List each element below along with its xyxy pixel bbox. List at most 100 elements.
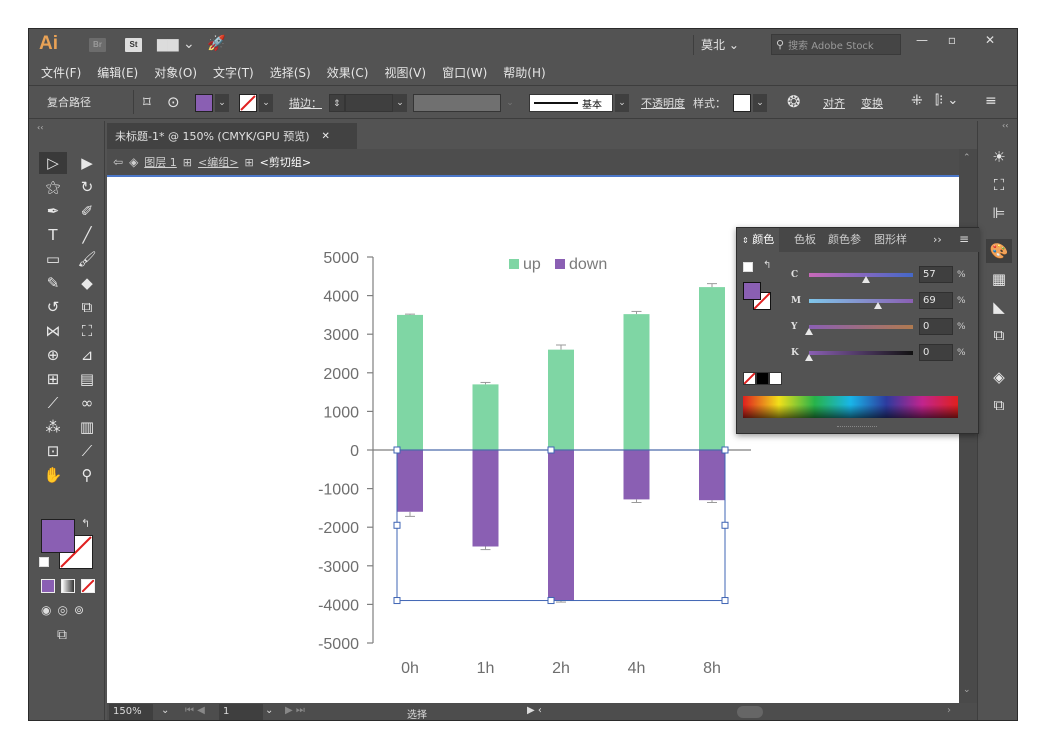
arrange-documents-icon[interactable]: ▆▆ ⌄ [157, 36, 195, 52]
tab-color[interactable]: ⇕ 颜色 [737, 228, 780, 252]
scale-tool-icon[interactable]: ⧉ [73, 296, 101, 318]
panel-menu-icon[interactable]: ≡ [985, 93, 997, 109]
artboard-number[interactable]: 1 [219, 704, 263, 720]
black-slider-thumb[interactable] [805, 354, 813, 361]
variable-width-profile[interactable] [413, 94, 501, 112]
panel-menu-icon[interactable]: ≡ [959, 232, 969, 246]
artboard-next-icon[interactable]: ▶ ⏭ [285, 705, 305, 716]
target-icon[interactable]: ⊙ [167, 93, 180, 111]
isolate-icon[interactable]: ⌑ [143, 93, 151, 111]
zoom-level[interactable]: 150% [109, 704, 153, 720]
yellow-input[interactable]: 0 [919, 318, 953, 335]
brush-dropdown[interactable]: ⌄ [615, 94, 629, 112]
menu-view[interactable]: 视图(V) [384, 64, 426, 81]
stroke-weight-dropdown[interactable]: ⌄ [393, 94, 407, 112]
align-link[interactable]: 对齐 [823, 95, 845, 111]
type-tool-icon[interactable]: T [39, 224, 67, 246]
cyan-slider-track[interactable] [809, 273, 913, 277]
expand-icon[interactable]: ‹‹ [1002, 121, 1008, 130]
stroke-label[interactable]: 描边： [289, 95, 322, 111]
back-arrow-icon[interactable]: ⇦ [113, 155, 123, 169]
menu-edit[interactable]: 编辑(E) [97, 64, 138, 81]
default-colors-icon[interactable] [743, 262, 753, 272]
black-slider-track[interactable] [809, 351, 913, 355]
menu-select[interactable]: 选择(S) [270, 64, 311, 81]
gpu-rocket-icon[interactable]: 🚀 [207, 34, 226, 52]
color-guide-icon[interactable]: ◣ [986, 295, 1012, 319]
white-swatch[interactable] [769, 372, 782, 385]
stock-button[interactable]: St [125, 38, 142, 52]
fill-dropdown[interactable]: ⌄ [215, 94, 229, 112]
black-swatch[interactable] [756, 372, 769, 385]
blend-tool-icon[interactable]: ∞ [73, 392, 101, 414]
artboard-prev-icon[interactable]: ⏮ ◀ [185, 705, 205, 716]
sun-icon[interactable]: ☀ [986, 145, 1012, 169]
maximize-button[interactable]: ▫ [937, 31, 967, 49]
profile-dropdown[interactable]: ⌄ [503, 94, 517, 112]
artboard-tool-icon[interactable]: ⊡ [39, 440, 67, 462]
stroke-dropdown[interactable]: ⌄ [259, 94, 273, 112]
draw-inside-icon[interactable]: ⊚ [74, 603, 84, 617]
selection-tool-icon[interactable]: ▷ [39, 152, 67, 174]
close-tab-icon[interactable]: ✕ [322, 131, 330, 142]
eraser-tool-icon[interactable]: ◆ [73, 272, 101, 294]
perspective-grid-tool-icon[interactable]: ⊿ [73, 344, 101, 366]
mesh-tool-icon[interactable]: ⊞ [39, 368, 67, 390]
cyan-input[interactable]: 57 [919, 266, 953, 283]
draw-normal-icon[interactable]: ◉ [41, 603, 51, 617]
breadcrumb-group[interactable]: <编组> [198, 154, 238, 170]
graphic-style-swatch[interactable] [733, 94, 751, 112]
default-colors-icon[interactable] [39, 557, 49, 567]
menu-file[interactable]: 文件(F) [41, 64, 81, 81]
none-mode-icon[interactable] [81, 579, 95, 593]
more-tabs-icon[interactable]: ›› [933, 233, 942, 246]
shape-builder-tool-icon[interactable]: ⊕ [39, 344, 67, 366]
width-tool-icon[interactable]: ⋈ [39, 320, 67, 342]
fill-color-swatch[interactable] [41, 519, 75, 553]
rectangle-tool-icon[interactable]: ▭ [39, 248, 67, 270]
symbol-sprayer-tool-icon[interactable]: ⁂ [39, 416, 67, 438]
swatches-panel-icon[interactable]: ▦ [986, 267, 1012, 291]
magenta-slider-track[interactable] [809, 299, 913, 303]
direct-selection-tool-icon[interactable]: ▶ [73, 152, 101, 174]
transform-link[interactable]: 变换 [861, 95, 883, 111]
collapse-icon[interactable]: ‹‹ [37, 123, 43, 132]
hand-tool-icon[interactable]: ✋ [39, 464, 67, 486]
slice-tool-icon[interactable]: ⟋ [73, 440, 101, 462]
stock-search-input[interactable]: ⚲ 搜索 Adobe Stock [771, 34, 901, 55]
recolor-artwork-icon[interactable]: ❂ [787, 92, 800, 111]
align-panel-icon[interactable]: ⊫ [986, 201, 1012, 225]
yellow-slider-thumb[interactable] [805, 328, 813, 335]
scroll-up-icon[interactable]: ⌃ [963, 153, 971, 163]
menu-help[interactable]: 帮助(H) [503, 64, 545, 81]
swap-colors-icon[interactable]: ↰ [81, 517, 90, 530]
zoom-tool-icon[interactable]: ⚲ [73, 464, 101, 486]
menu-effect[interactable]: 效果(C) [327, 64, 369, 81]
eyedropper-tool-icon[interactable]: ⟋ [39, 392, 67, 414]
resize-grip[interactable] [837, 426, 877, 429]
transform-panel-icon[interactable]: ⛶ [986, 173, 1012, 197]
stroke-swatch[interactable] [239, 94, 257, 112]
color-mode-icon[interactable] [41, 579, 55, 593]
yellow-slider-track[interactable] [809, 325, 913, 329]
rotate-tool-icon[interactable]: ↺ [39, 296, 67, 318]
layers-panel-icon[interactable]: ◈ [986, 365, 1012, 389]
swap-colors-icon[interactable]: ↰ [763, 260, 771, 271]
status-menu-icon[interactable]: ▶ ‹ [527, 705, 542, 716]
graphic-styles-icon[interactable]: ⧉ [986, 323, 1012, 347]
gradient-mode-icon[interactable] [61, 579, 75, 593]
artboard-dropdown[interactable]: ⌄ [265, 705, 273, 716]
arrange-icon[interactable]: ⫿⁝ ⌄ [935, 93, 958, 108]
opacity-label[interactable]: 不透明度 [641, 95, 685, 111]
magenta-slider-thumb[interactable] [874, 302, 882, 309]
tab-graphic-styles[interactable]: 图形样 [869, 228, 912, 252]
color-panel-icon[interactable]: 🎨 [986, 239, 1012, 263]
draw-behind-icon[interactable]: ◎ [57, 603, 67, 617]
shaper-tool-icon[interactable]: ✎ [39, 272, 67, 294]
close-button[interactable]: ✕ [975, 31, 1005, 49]
scroll-right-icon[interactable]: › [947, 705, 951, 716]
horizontal-scroll-thumb[interactable] [737, 706, 763, 718]
fill-color-swatch[interactable] [743, 282, 761, 300]
workspace-switcher[interactable]: 莫北 ⌄ [701, 36, 739, 53]
gradient-tool-icon[interactable]: ▤ [73, 368, 101, 390]
